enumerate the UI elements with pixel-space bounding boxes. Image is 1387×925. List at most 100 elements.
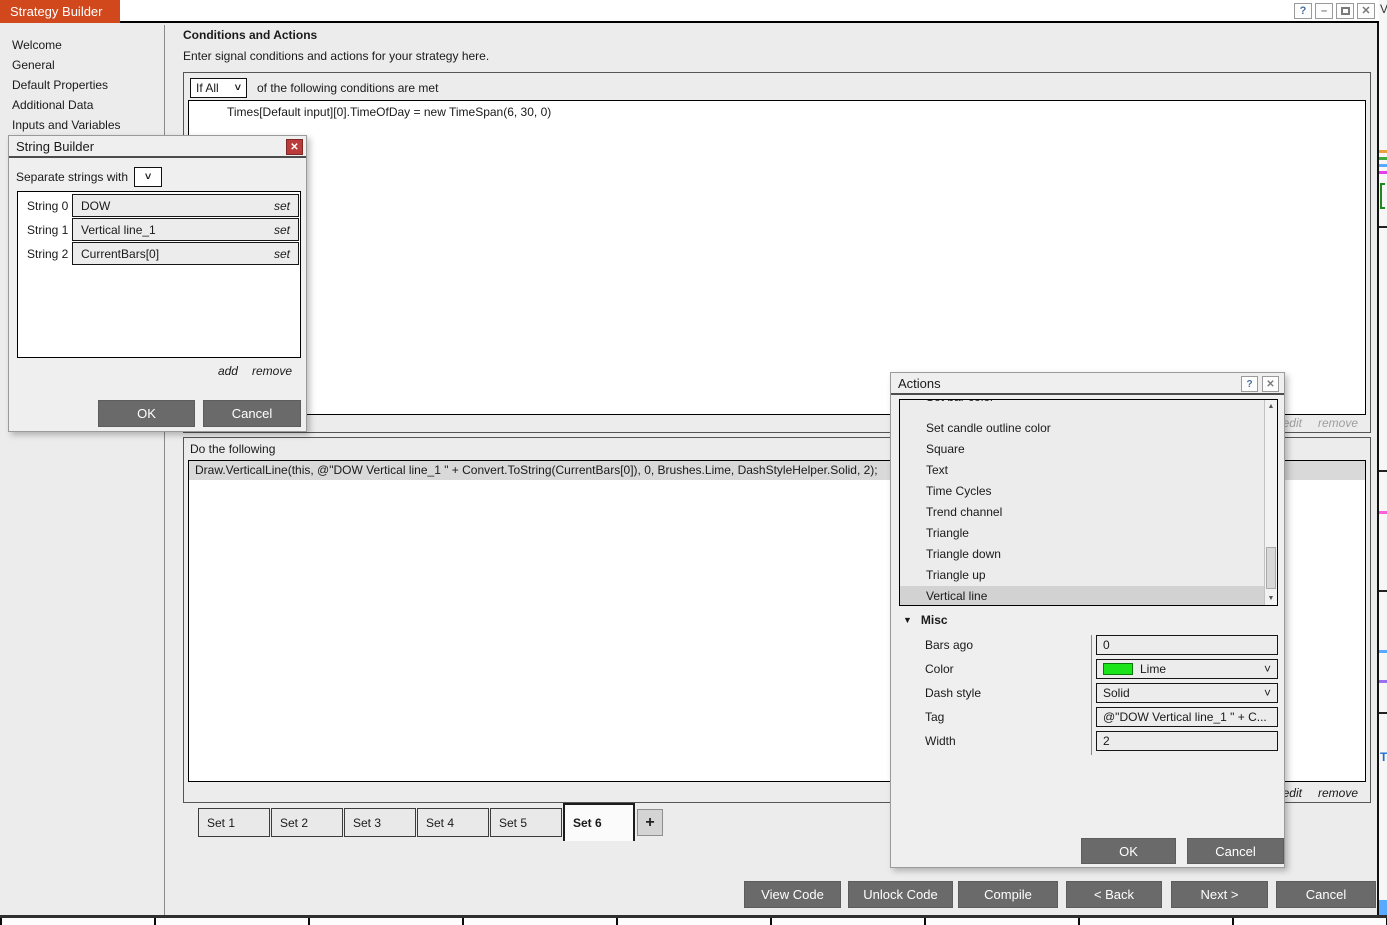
chart-mark [1379, 470, 1387, 472]
conditions-edit-remove: edit remove [1283, 416, 1358, 430]
action-type-item[interactable]: Triangle [900, 523, 1277, 544]
string-builder-titlebar[interactable]: String Builder ✕ [9, 136, 306, 158]
string-2-set-link[interactable]: set [274, 247, 290, 261]
close-icon: ✕ [1266, 378, 1275, 390]
help-button[interactable]: ? [1294, 3, 1312, 19]
strategy-builder-window: Strategy Builder ? – ✕ V T Welcome Gener… [0, 0, 1387, 925]
tab-set-6-active[interactable]: Set 6 [563, 803, 635, 841]
string-1-value: Vertical line_1 [81, 222, 156, 237]
back-button[interactable]: < Back [1066, 881, 1162, 908]
bars-ago-input[interactable]: 0 [1096, 635, 1278, 655]
action-type-item[interactable]: Trend channel [900, 502, 1277, 523]
string-2-value: CurrentBars[0] [81, 246, 160, 261]
chart-mark [1379, 150, 1387, 153]
actions-remove-link[interactable]: remove [1318, 786, 1358, 800]
tag-input[interactable]: @"DOW Vertical line_1 " + C... [1096, 707, 1278, 727]
condition-match-select[interactable]: If All ˅ [190, 78, 247, 98]
string-builder-ok-button[interactable]: OK [98, 400, 195, 427]
add-set-button[interactable]: + [637, 809, 663, 836]
sidebar-item-inputs-and-variables[interactable]: Inputs and Variables [12, 115, 164, 135]
expander-down-icon: ▼ [903, 615, 912, 625]
action-type-item[interactable]: Square [900, 439, 1277, 460]
dash-style-select[interactable]: Solid ˅ [1096, 683, 1278, 703]
tab-set-5[interactable]: Set 5 [490, 808, 562, 837]
maximize-button[interactable] [1336, 3, 1354, 19]
string-row: String 2 CurrentBars[0] set [18, 242, 300, 265]
tab-set-1[interactable]: Set 1 [198, 808, 270, 837]
actions-dialog-titlebar[interactable]: Actions ? ✕ [891, 373, 1284, 395]
sidebar-item-default-properties[interactable]: Default Properties [12, 75, 164, 95]
sidebar-item-additional-data[interactable]: Additional Data [12, 95, 164, 115]
property-row-tag: Tag @"DOW Vertical line_1 " + C... [891, 707, 1284, 731]
conditions-edit-link[interactable]: edit [1283, 416, 1302, 430]
string-remove-link[interactable]: remove [252, 364, 292, 378]
background-chart-sliver: V T [1379, 0, 1387, 925]
sidebar-item-welcome[interactable]: Welcome [12, 35, 164, 55]
color-select[interactable]: Lime ˅ [1096, 659, 1278, 679]
action-type-item[interactable]: Set candle outline color [900, 418, 1277, 439]
string-2-field[interactable]: CurrentBars[0] set [72, 242, 299, 265]
chart-mark [1379, 157, 1387, 160]
misc-group-header[interactable]: ▼ Misc [903, 613, 948, 627]
action-type-item[interactable]: Triangle down [900, 544, 1277, 565]
string-0-field[interactable]: DOW set [72, 194, 299, 217]
separator-select[interactable]: ˅ [134, 167, 163, 187]
actions-help-button[interactable]: ? [1241, 376, 1258, 392]
compile-button[interactable]: Compile [958, 881, 1058, 908]
lime-color-swatch [1103, 663, 1133, 675]
chevron-down-icon: ˅ [234, 82, 241, 94]
string-0-set-link[interactable]: set [274, 199, 290, 213]
action-type-item-selected[interactable]: Vertical line [900, 586, 1277, 605]
scrollbar-thumb[interactable] [1266, 547, 1276, 589]
window-title: Strategy Builder [0, 0, 120, 23]
chevron-down-icon: ˅ [1263, 686, 1271, 700]
sidebar-item-general[interactable]: General [12, 55, 164, 75]
maximize-icon [1340, 7, 1350, 15]
actions-cancel-button[interactable]: Cancel [1187, 838, 1284, 864]
string-add-link[interactable]: add [218, 364, 238, 378]
string-1-label: String 1 [27, 222, 69, 237]
background-grid-strip [0, 915, 1387, 925]
conditions-remove-link[interactable]: remove [1318, 416, 1358, 430]
page-title: Conditions and Actions [183, 28, 318, 42]
actions-close-button[interactable]: ✕ [1262, 376, 1279, 392]
help-icon: ? [1246, 378, 1253, 390]
tab-set-2[interactable]: Set 2 [271, 808, 343, 837]
actions-ok-button[interactable]: OK [1081, 838, 1176, 864]
next-button[interactable]: Next > [1171, 881, 1268, 908]
chart-mark [1379, 680, 1387, 683]
tab-set-3[interactable]: Set 3 [344, 808, 416, 837]
tab-set-4[interactable]: Set 4 [417, 808, 489, 837]
action-type-list[interactable]: Set bar color Set candle outline color S… [899, 399, 1278, 606]
minimize-icon: – [1320, 4, 1328, 17]
condition-row[interactable]: Times[Default input][0].TimeOfDay = new … [189, 101, 1365, 119]
title-bar: Strategy Builder ? – ✕ [0, 0, 1387, 23]
scroll-up-icon[interactable]: ▲ [1265, 400, 1277, 413]
width-input[interactable]: 2 [1096, 731, 1278, 751]
string-builder-cancel-button[interactable]: Cancel [203, 400, 301, 427]
minimize-button[interactable]: – [1315, 3, 1333, 19]
close-button[interactable]: ✕ [1357, 3, 1375, 19]
actions-edit-remove: edit remove [1283, 786, 1358, 800]
scroll-down-icon[interactable]: ▼ [1265, 592, 1277, 605]
cancel-button[interactable]: Cancel [1276, 881, 1376, 908]
string-1-field[interactable]: Vertical line_1 set [72, 218, 299, 241]
action-type-item-clipped[interactable]: Set bar color [900, 400, 1277, 418]
chevron-down-icon: ˅ [144, 171, 152, 183]
chevron-down-icon: ˅ [1263, 662, 1271, 676]
string-builder-close-button[interactable]: ✕ [286, 139, 303, 155]
scrollbar[interactable]: ▲ ▼ [1264, 400, 1277, 605]
unlock-code-button[interactable]: Unlock Code [848, 881, 953, 908]
string-0-value: DOW [81, 198, 111, 213]
string-1-set-link[interactable]: set [274, 223, 290, 237]
width-label: Width [925, 734, 956, 748]
view-code-button[interactable]: View Code [744, 881, 841, 908]
string-row: String 0 DOW set [18, 194, 300, 217]
actions-edit-link[interactable]: edit [1283, 786, 1302, 800]
action-type-item[interactable]: Triangle up [900, 565, 1277, 586]
action-type-item[interactable]: Time Cycles [900, 481, 1277, 502]
action-type-item[interactable]: Text [900, 460, 1277, 481]
conditions-list[interactable]: Times[Default input][0].TimeOfDay = new … [188, 100, 1366, 415]
close-icon: ✕ [290, 141, 299, 153]
window-controls: ? – ✕ [1294, 3, 1375, 19]
